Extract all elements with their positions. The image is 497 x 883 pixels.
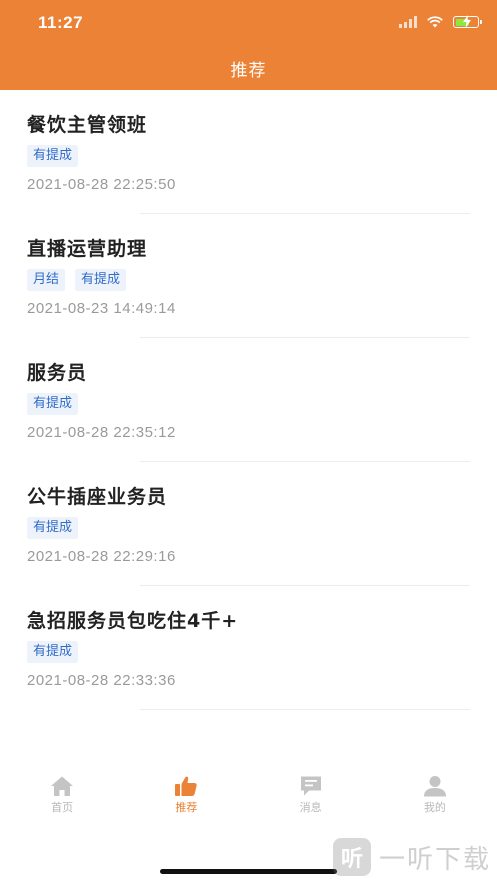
job-date: 2021-08-28 22:29:16 bbox=[27, 548, 176, 565]
message-icon bbox=[300, 776, 321, 796]
job-title: 急招服务员包吃住4千+ bbox=[27, 610, 239, 632]
tab-recommend[interactable]: 推荐 bbox=[124, 775, 248, 825]
battery-charging-icon bbox=[453, 15, 482, 28]
job-title: 直播运营助理 bbox=[27, 238, 148, 260]
job-title: 服务员 bbox=[27, 362, 88, 384]
home-icon bbox=[51, 776, 74, 796]
watermark-text: 一听下载 bbox=[378, 844, 491, 875]
wifi-icon bbox=[427, 16, 443, 28]
page-title: 推荐 bbox=[230, 61, 267, 81]
job-list-item[interactable]: 急招服务员包吃住4千+ 有提成 2021-08-28 22:33:36 bbox=[0, 586, 497, 710]
tab-home[interactable]: 首页 bbox=[0, 775, 124, 825]
job-tags: 有提成 bbox=[27, 145, 79, 167]
tab-mine[interactable]: 我的 bbox=[373, 775, 497, 825]
job-list-item[interactable]: 服务员 有提成 2021-08-28 22:35:12 bbox=[0, 338, 497, 462]
job-list: 餐饮主管领班 有提成 2021-08-28 22:25:50 直播运营助理 月结… bbox=[0, 90, 497, 710]
job-date: 2021-08-28 22:35:12 bbox=[27, 424, 176, 441]
job-tags: 有提成 bbox=[27, 517, 79, 539]
app-header: 11:27 推荐 bbox=[0, 0, 497, 90]
status-icons bbox=[399, 14, 482, 30]
job-date: 2021-08-23 14:49:14 bbox=[27, 300, 176, 317]
status-time: 11:27 bbox=[38, 13, 84, 32]
job-list-item[interactable]: 餐饮主管领班 有提成 2021-08-28 22:25:50 bbox=[0, 90, 497, 214]
signal-icon bbox=[399, 16, 417, 28]
job-tags: 有提成 bbox=[27, 641, 79, 663]
job-date: 2021-08-28 22:33:36 bbox=[27, 672, 176, 689]
job-date: 2021-08-28 22:25:50 bbox=[27, 176, 176, 193]
job-title: 公牛插座业务员 bbox=[27, 486, 168, 508]
job-tag: 有提成 bbox=[27, 517, 79, 539]
job-tags: 月结 有提成 bbox=[27, 269, 127, 291]
job-tags: 有提成 bbox=[27, 393, 79, 415]
job-list-item[interactable]: 直播运营助理 月结 有提成 2021-08-23 14:49:14 bbox=[0, 214, 497, 338]
job-tag: 有提成 bbox=[75, 269, 127, 291]
tab-label: 消息 bbox=[299, 801, 322, 814]
home-indicator bbox=[160, 869, 337, 874]
user-icon bbox=[423, 776, 446, 797]
job-tag: 有提成 bbox=[27, 641, 79, 663]
divider bbox=[140, 709, 470, 710]
job-title: 餐饮主管领班 bbox=[27, 114, 148, 136]
watermark: 听 一听下载 bbox=[332, 838, 491, 876]
job-list-item[interactable]: 公牛插座业务员 有提成 2021-08-28 22:29:16 bbox=[0, 462, 497, 586]
watermark-logo: 听 bbox=[332, 838, 371, 876]
tab-label: 推荐 bbox=[175, 801, 198, 814]
tab-label: 首页 bbox=[51, 801, 74, 814]
thumbs-up-icon bbox=[175, 776, 198, 796]
tab-label: 我的 bbox=[423, 801, 446, 814]
tab-bar: 首页 推荐 消息 我的 bbox=[0, 775, 497, 825]
job-tag: 有提成 bbox=[27, 393, 79, 415]
job-tag: 有提成 bbox=[27, 145, 79, 167]
tab-messages[interactable]: 消息 bbox=[249, 775, 373, 825]
job-tag: 月结 bbox=[27, 269, 66, 291]
